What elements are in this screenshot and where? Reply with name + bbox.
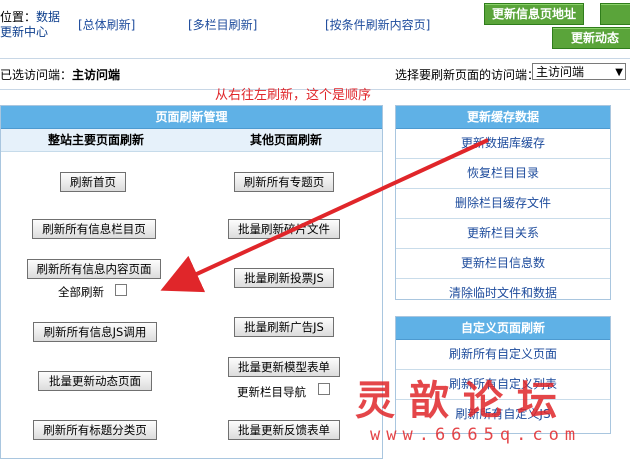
watermark-url: www.6665q.com <box>370 425 582 445</box>
watermark-logo: 灵歆论坛 <box>355 377 571 424</box>
